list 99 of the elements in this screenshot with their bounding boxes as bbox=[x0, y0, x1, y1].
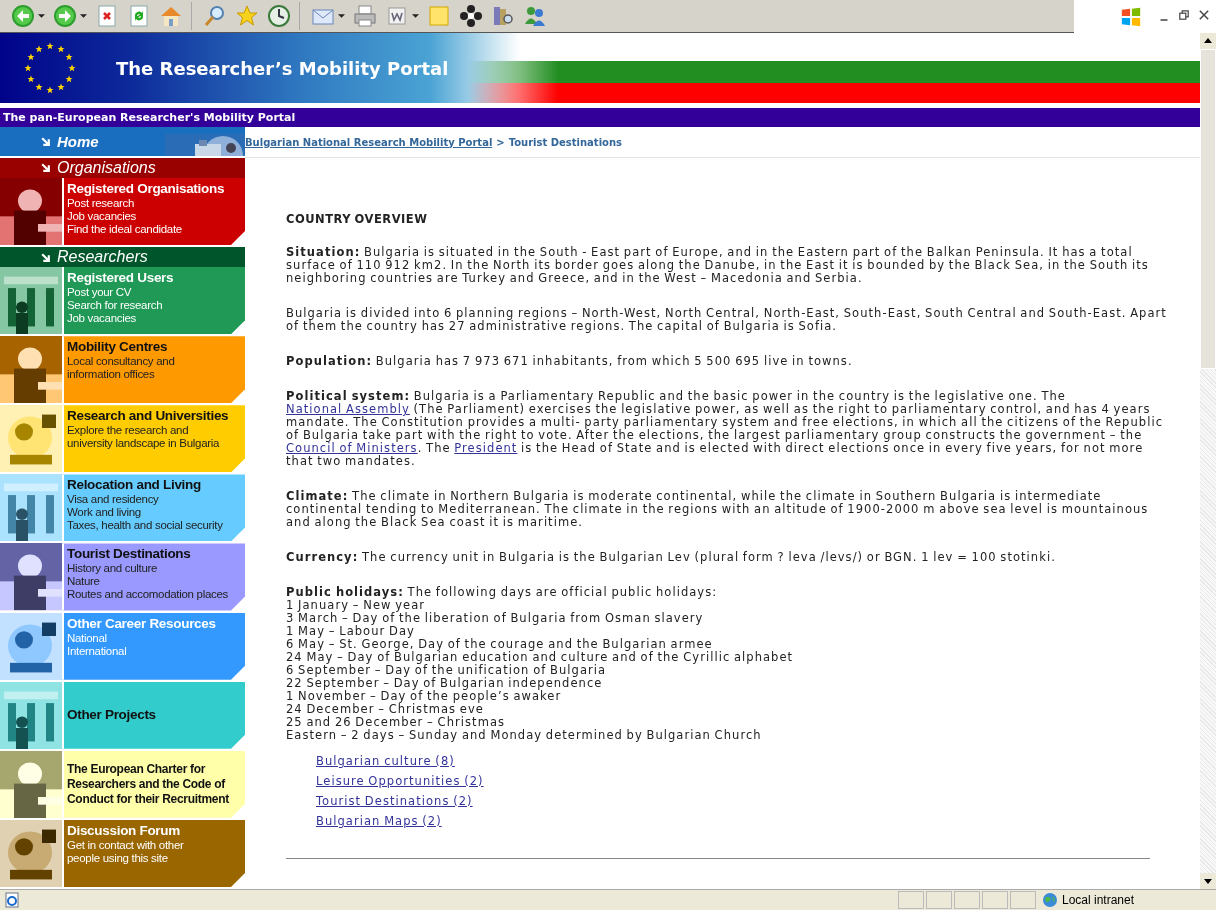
scrollbar[interactable] bbox=[1200, 33, 1216, 889]
menu-title-link[interactable]: Discussion Forum bbox=[67, 822, 243, 839]
menu-link[interactable]: Job vacancies bbox=[67, 209, 243, 223]
holiday-item: Eastern – 2 days – Sunday and Monday determined by Bulgarian Church bbox=[286, 729, 763, 742]
restore-icon bbox=[1178, 9, 1190, 21]
search-icon bbox=[203, 4, 227, 28]
related-link[interactable]: Bulgarian Maps (2) bbox=[316, 814, 442, 828]
menu-link[interactable]: Post your CV bbox=[67, 286, 243, 300]
menu-link[interactable]: information offices bbox=[67, 368, 243, 382]
menu-link[interactable]: Find the ideal candidate bbox=[67, 222, 243, 236]
holiday-item: 3 March – Day of the liberation of Bulgaria from Osman slavery bbox=[286, 612, 705, 625]
paragraph: Bulgaria is divided into 6 planning regions – North-West, North Central, North-East, South-East, South Central and South-East. Apart of them the country has 27 administrative regions. The capital of Bulgaria is Sofia. bbox=[286, 307, 1168, 333]
holiday-item: 24 December – Christmas eve bbox=[286, 703, 484, 716]
menu-title-link[interactable]: Tourist Destinations bbox=[67, 546, 243, 563]
refresh-icon bbox=[127, 4, 151, 28]
caret-icon bbox=[338, 13, 345, 19]
menu-link[interactable]: Post research bbox=[67, 196, 243, 210]
left-arrow-icon bbox=[11, 4, 35, 28]
menu-title-link[interactable]: Mobility Centres bbox=[67, 339, 243, 356]
flower-icon bbox=[459, 4, 483, 28]
section-header[interactable]: Researchers bbox=[0, 246, 245, 268]
stop-icon bbox=[95, 4, 119, 28]
section-heading: COUNTRY OVERVIEW bbox=[286, 213, 429, 226]
people-icon bbox=[523, 4, 547, 28]
breadcrumb-current: Tourist Destinations bbox=[508, 136, 623, 148]
breadcrumb-link[interactable]: Bulgarian National Research Mobility Portal bbox=[245, 136, 493, 148]
holiday-item: 25 and 26 December – Christmas bbox=[286, 716, 507, 729]
scroll-down-button[interactable] bbox=[1200, 873, 1216, 889]
scroll-thumb[interactable] bbox=[1200, 49, 1216, 369]
menu-link[interactable]: Local consultancy and bbox=[67, 355, 243, 369]
globe-icon bbox=[1042, 892, 1058, 908]
status-pane bbox=[898, 891, 924, 909]
subtitle: The pan-European Researcher's Mobility Portal bbox=[3, 111, 296, 124]
menu-link[interactable]: university landscape in Bulgaria bbox=[67, 437, 243, 451]
menu-title-link[interactable]: Registered Organisations bbox=[67, 180, 243, 197]
document-icon bbox=[385, 4, 409, 28]
paragraph: Political system: Bulgaria is a Parliamentary Republic and the basic power in the country is the legislative one. The National Assembly (The Parliament) exercises the legislative power, as well as the right to parliamentary control, and has 4 years mandate. The Constitution provides a multi- party parliamentary system and free elections, in which all the citizens of the Republic of Bulgaria take part with the right to vote. After the elections, the largest parliamentary group constructs the government – the Council of Ministers. The President is the Head of State and is elected with direct elections once in every five years, for not more that two mandates. bbox=[286, 390, 1164, 468]
menu-title-link[interactable]: Research and Universities bbox=[67, 408, 243, 425]
menu-link[interactable]: Routes and accomodation places bbox=[67, 588, 243, 602]
star-icon bbox=[235, 4, 259, 28]
menu-link[interactable]: Work and living bbox=[67, 506, 243, 520]
arrow-icon bbox=[40, 135, 51, 147]
status-pane bbox=[954, 891, 980, 909]
holiday-item: 1 May – Labour Day bbox=[286, 625, 416, 638]
caret-icon bbox=[412, 13, 419, 19]
clock-icon bbox=[267, 4, 291, 28]
menu-link[interactable]: Taxes, health and social security bbox=[67, 519, 243, 533]
menu-link[interactable]: Get in contact with other bbox=[67, 838, 243, 852]
text-link[interactable]: National Assembly bbox=[286, 402, 410, 416]
menu-title-link[interactable]: Registered Users bbox=[67, 270, 243, 287]
menu-link[interactable]: Search for research bbox=[67, 299, 243, 313]
minimize-icon bbox=[1160, 19, 1168, 21]
site-title: The Researcher’s Mobility Portal bbox=[116, 57, 449, 79]
arrow-icon bbox=[40, 251, 51, 263]
holiday-item: 1 November – Day of the people’s awaker bbox=[286, 690, 562, 703]
menu-title-link[interactable]: Relocation and Living bbox=[67, 477, 243, 494]
close-icon bbox=[1198, 9, 1210, 21]
paragraph: Climate: The climate in Northern Bulgaria is moderate continental, while the climate in Southern Bulgaria is intermediate continental tending to Mediterranean. The climate in the regions with an altitude of 1900-2000 m above sea level is mountainous and along the Black Sea coast it is maritime. bbox=[286, 490, 1150, 529]
caret-icon bbox=[38, 13, 45, 19]
menu-link[interactable]: Explore the research and bbox=[67, 424, 243, 438]
caret-icon bbox=[80, 13, 87, 19]
note-icon bbox=[427, 4, 451, 28]
holiday-item: 1 January – New year bbox=[286, 599, 426, 612]
holiday-item: 6 September – Day of the unification of Bulgaria bbox=[286, 664, 608, 677]
menu-link[interactable]: History and culture bbox=[67, 562, 243, 576]
arrow-icon bbox=[40, 162, 51, 174]
menu-title-link[interactable]: Other Projects bbox=[67, 707, 243, 724]
section-title: Organisations bbox=[57, 158, 156, 177]
page-icon bbox=[4, 892, 20, 908]
holiday-item: 24 May – Day of Bulgarian education and culture and of the Cyrillic alphabet bbox=[286, 651, 795, 664]
menu-link[interactable]: Job vacancies bbox=[67, 312, 243, 326]
related-link[interactable]: Leisure Opportunities (2) bbox=[316, 774, 484, 788]
related-link[interactable]: Tourist Destinations (2) bbox=[316, 794, 473, 808]
menu-link[interactable]: Nature bbox=[67, 575, 243, 589]
right-arrow-icon bbox=[53, 4, 77, 28]
breadcrumb-separator: > bbox=[496, 136, 505, 148]
house-icon bbox=[159, 4, 183, 28]
section-header[interactable]: Organisations bbox=[0, 157, 245, 178]
paragraph: Public holidays: The following days are official public holidays: bbox=[286, 586, 719, 599]
printer-icon bbox=[353, 4, 377, 28]
menu-link[interactable]: Visa and residency bbox=[67, 493, 243, 507]
menu-title-link[interactable]: The European Charter for Researchers and the Code of Conduct for their Recruitment bbox=[67, 761, 243, 807]
section-title: Researchers bbox=[57, 248, 148, 267]
status-pane bbox=[1010, 891, 1036, 909]
text-link[interactable]: President bbox=[454, 441, 518, 455]
status-pane bbox=[926, 891, 952, 909]
security-zone: Local intranet bbox=[1062, 893, 1135, 907]
holiday-item: 22 September – Day of Bulgarian independence bbox=[286, 677, 603, 690]
status-pane bbox=[982, 891, 1008, 909]
home-link[interactable]: Home bbox=[40, 132, 99, 150]
scroll-up-button[interactable] bbox=[1200, 33, 1216, 49]
holiday-item: 6 May – St. George, Day of the courage and the Bulgarian armee bbox=[286, 638, 713, 651]
menu-link[interactable]: people using this site bbox=[67, 851, 243, 865]
text-link[interactable]: Council of Ministers bbox=[286, 441, 418, 455]
books-icon bbox=[491, 4, 515, 28]
paragraph: Currency: The currency unit in Bulgaria is the Bulgarian Lev (plural form ? leva /levs/) or BGN. 1 lev = 100 stotinki. bbox=[286, 551, 1057, 564]
paragraph: Situation: Bulgaria is situated in the South - East part of Europe, and in the Eastern part of the Balkan Peninsula. It has a total surface of 110 912 km2. In the North its border goes along the Danube, in the East it is bounded by the Black Sea, in the South its neighboring countries are Turkey and Greece, and in the West – Macedonia and Serbia. bbox=[286, 246, 1150, 285]
paragraph: Population: Bulgaria has 7 973 671 inhabitants, from which 5 500 695 live in towns. bbox=[286, 355, 854, 368]
related-link[interactable]: Bulgarian culture (8) bbox=[316, 754, 455, 768]
